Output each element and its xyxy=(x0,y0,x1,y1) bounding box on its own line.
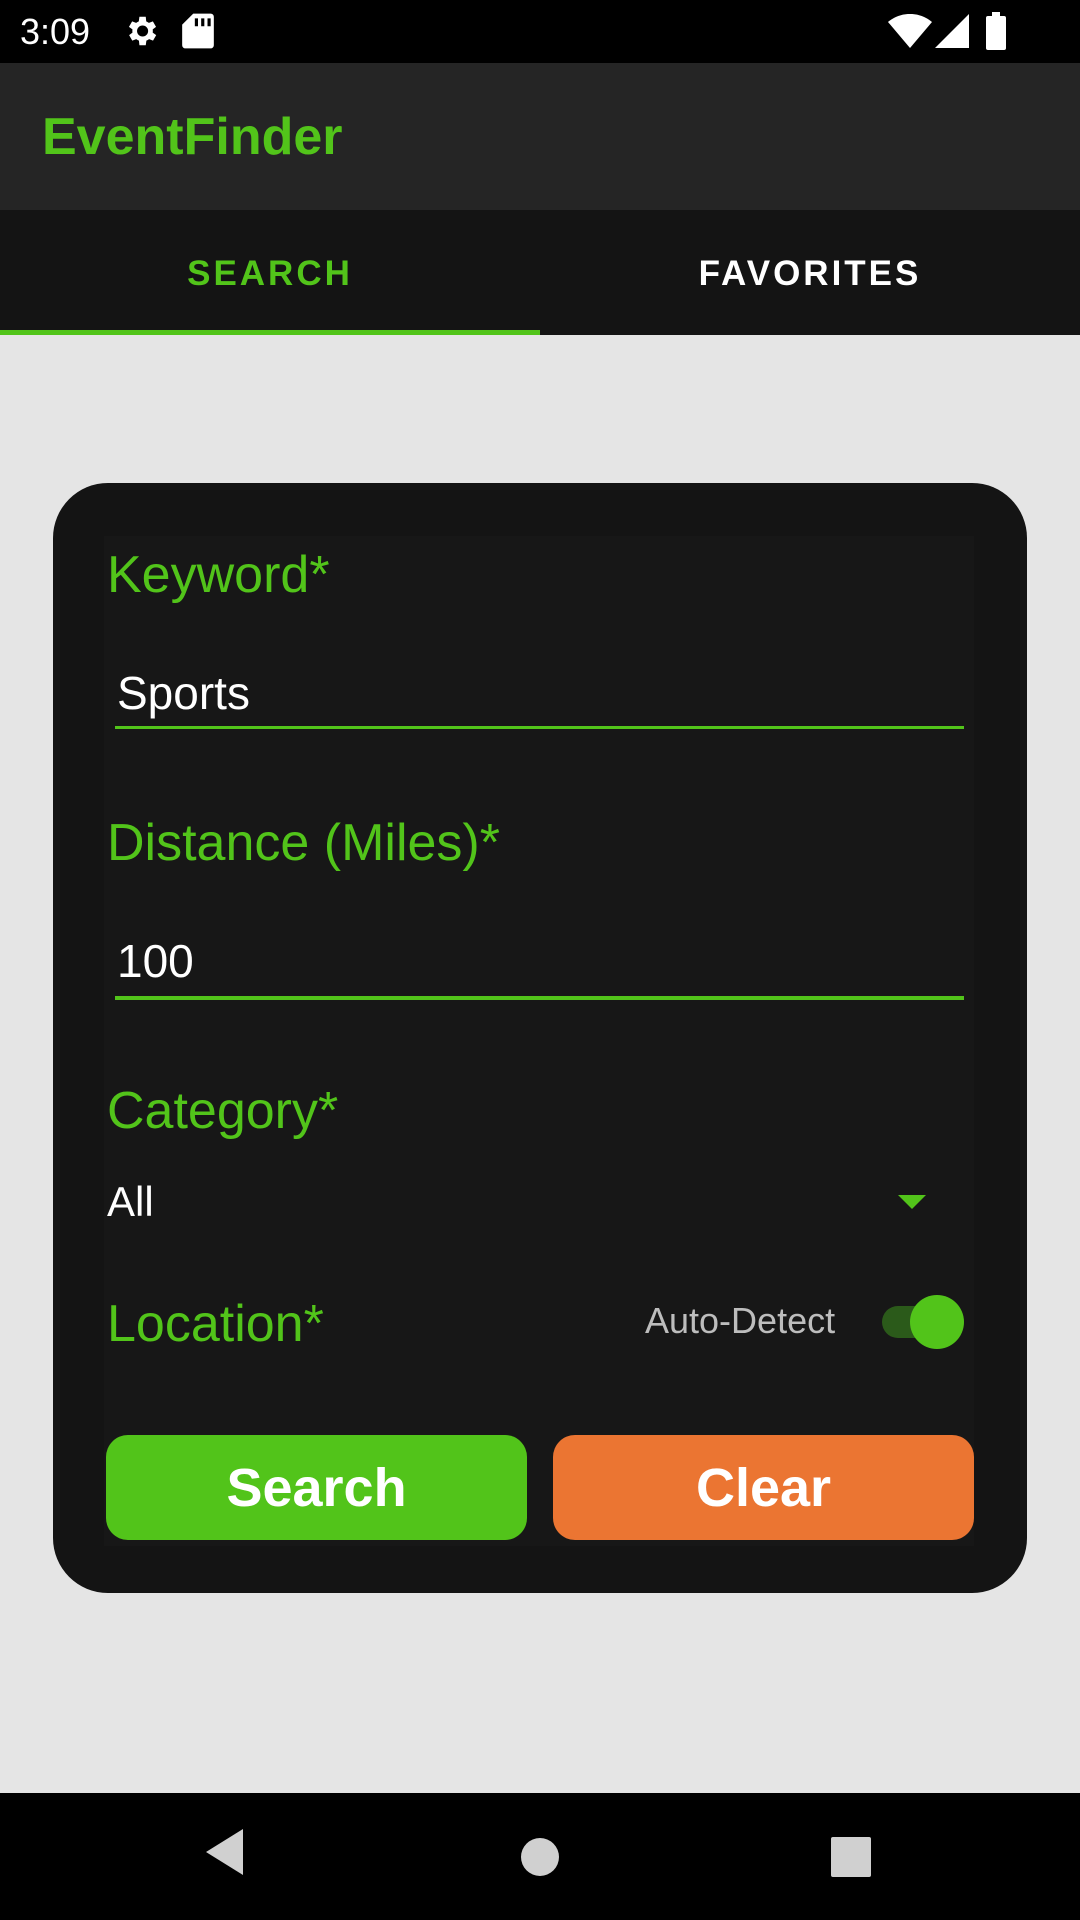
tab-search[interactable]: SEARCH xyxy=(0,210,540,335)
app-bar: EventFinder xyxy=(0,63,1080,210)
home-icon[interactable] xyxy=(480,1793,600,1920)
category-select-value: All xyxy=(107,1178,154,1225)
category-label: Category* xyxy=(107,1082,339,1140)
keyword-underline xyxy=(115,726,964,729)
recents-icon[interactable] xyxy=(791,1793,911,1920)
auto-detect-label: Auto-Detect xyxy=(645,1300,836,1341)
signal-icon xyxy=(935,14,969,53)
gear-icon xyxy=(122,12,160,55)
distance-input[interactable] xyxy=(115,928,964,994)
distance-label: Distance (Miles)* xyxy=(107,814,500,872)
auto-detect-toggle[interactable] xyxy=(880,1293,966,1349)
wifi-icon xyxy=(888,13,932,53)
dropdown-arrow-icon xyxy=(898,1195,926,1209)
status-time: 3:09 xyxy=(20,11,91,52)
app-title: EventFinder xyxy=(42,108,343,166)
back-icon[interactable] xyxy=(165,1793,285,1920)
sd-card-icon xyxy=(182,12,214,55)
tab-indicator xyxy=(0,330,540,335)
navigation-bar xyxy=(0,1793,1080,1920)
location-label: Location* xyxy=(107,1295,324,1353)
keyword-label: Keyword* xyxy=(107,546,330,604)
tab-favorites[interactable]: FAVORITES xyxy=(540,210,1080,335)
clear-button[interactable]: Clear xyxy=(553,1435,974,1540)
distance-underline xyxy=(115,996,964,1000)
battery-icon xyxy=(986,12,1006,55)
search-button[interactable]: Search xyxy=(106,1435,527,1540)
tab-bar: SEARCH FAVORITES xyxy=(0,210,1080,335)
category-select[interactable]: All xyxy=(107,1170,937,1240)
status-bar: 3:09 xyxy=(0,0,1080,63)
keyword-input[interactable] xyxy=(115,660,964,726)
toggle-thumb xyxy=(910,1295,964,1349)
